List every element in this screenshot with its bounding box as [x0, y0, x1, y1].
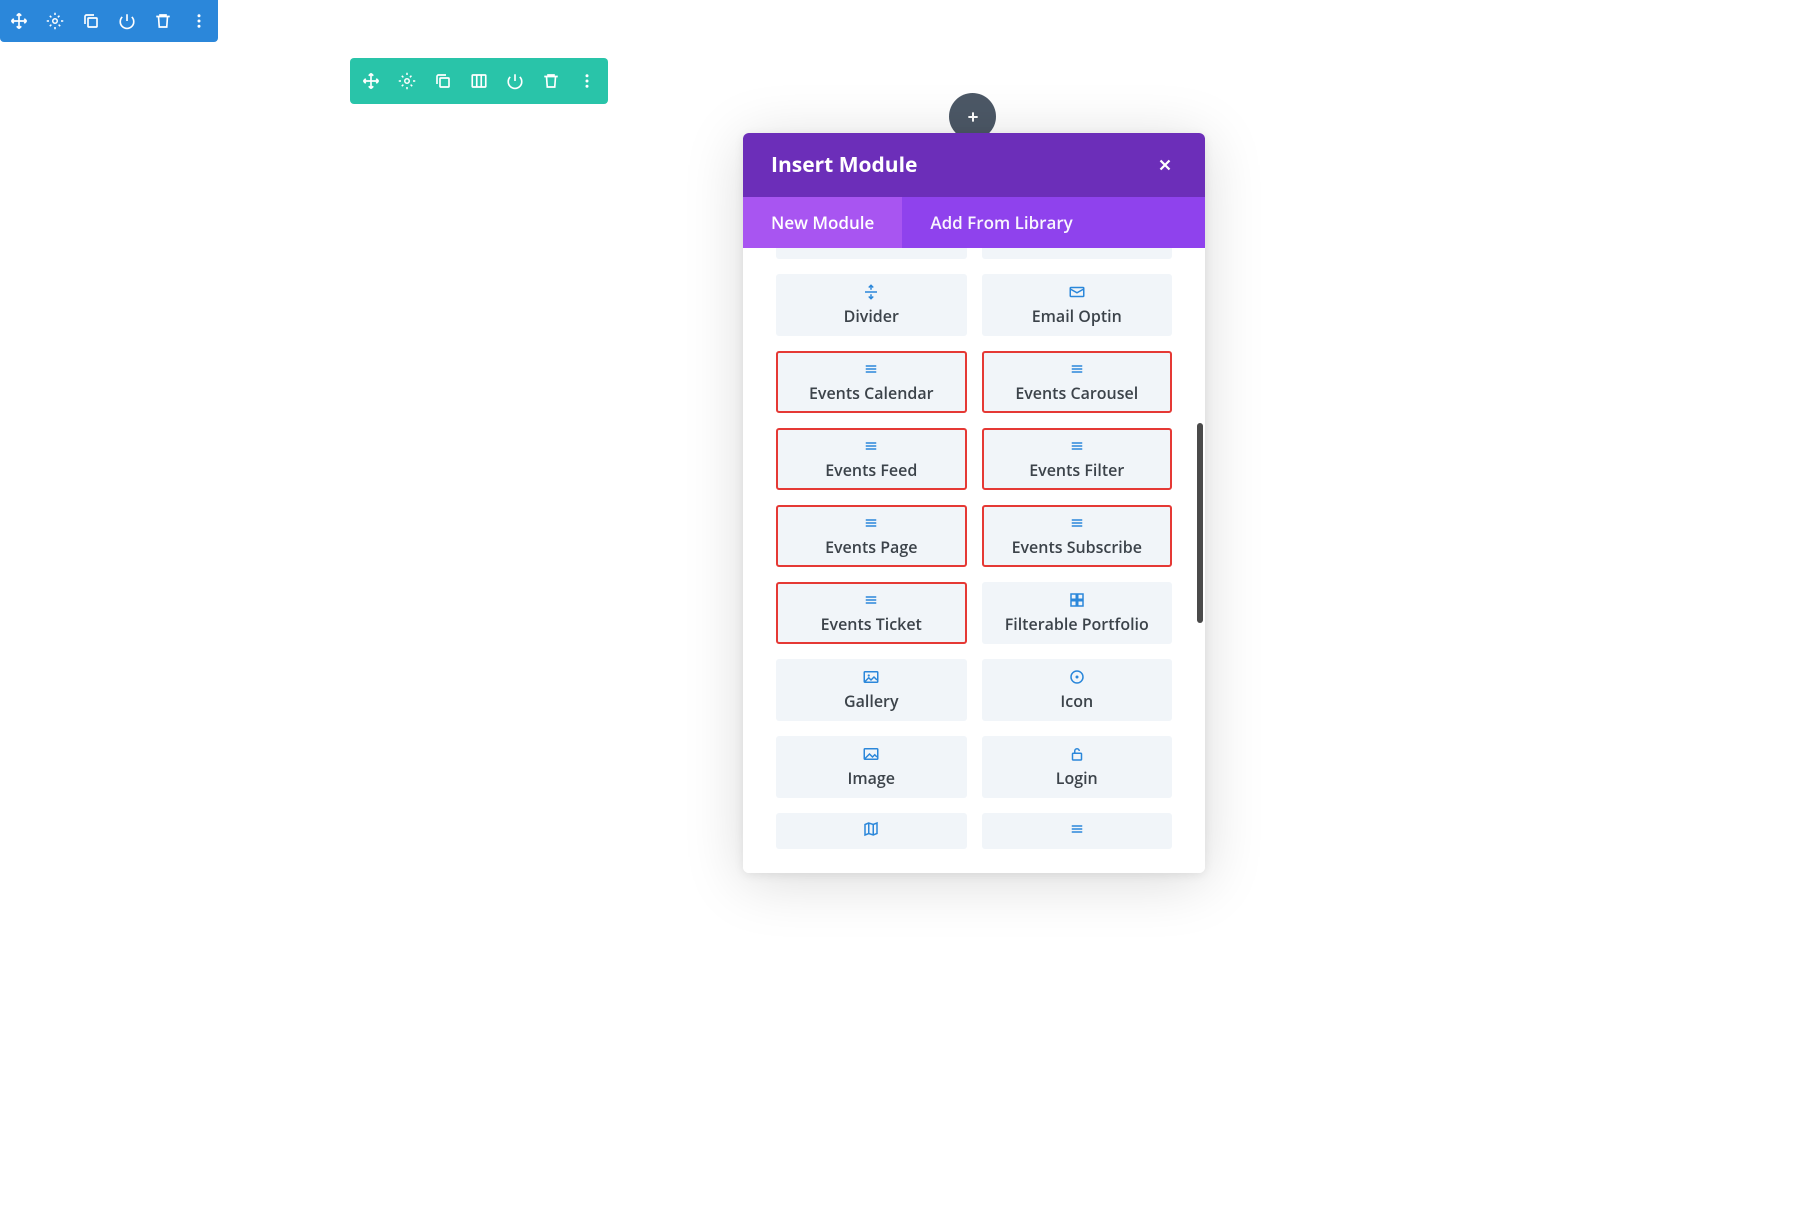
- modal-body: Contact Form Countdown Timer Divider Email …: [743, 248, 1205, 873]
- list-icon: [862, 437, 880, 455]
- module-label: Countdown Timer: [1007, 248, 1146, 253]
- power-icon[interactable]: [116, 10, 138, 32]
- module-item-email-optin[interactable]: Email Optin: [982, 274, 1173, 336]
- module-item-events-calendar[interactable]: Events Calendar: [776, 351, 967, 413]
- duplicate-icon[interactable]: [432, 70, 454, 92]
- module-label: Events Feed: [825, 459, 917, 481]
- modal-header: Insert Module: [743, 133, 1205, 197]
- mail-icon: [1068, 283, 1086, 301]
- module-label: Image: [847, 767, 895, 789]
- module-item-gallery[interactable]: Gallery: [776, 659, 967, 721]
- module-item-divider[interactable]: Divider: [776, 274, 967, 336]
- module-item-login[interactable]: Login: [982, 736, 1173, 798]
- list-icon: [1068, 514, 1086, 532]
- image-icon: [862, 745, 880, 763]
- module-label: Events Subscribe: [1012, 536, 1142, 558]
- module-item-events-page[interactable]: Events Page: [776, 505, 967, 567]
- list-icon: [862, 360, 880, 378]
- module-label: Divider: [844, 305, 899, 327]
- list-icon: [1068, 437, 1086, 455]
- list-icon: [862, 514, 880, 532]
- divider-icon: [862, 283, 880, 301]
- module-label: Events Filter: [1029, 459, 1124, 481]
- map-icon: [862, 820, 880, 838]
- module-item-filterable-portfolio[interactable]: Filterable Portfolio: [982, 582, 1173, 644]
- more-icon[interactable]: [576, 70, 598, 92]
- more-icon[interactable]: [188, 10, 210, 32]
- module-item-events-ticket[interactable]: Events Ticket: [776, 582, 967, 644]
- trash-icon[interactable]: [152, 10, 174, 32]
- trash-icon[interactable]: [540, 70, 562, 92]
- photo-icon: [862, 668, 880, 686]
- module-label: Events Ticket: [821, 613, 922, 635]
- tab-add-from-library[interactable]: Add From Library: [902, 197, 1100, 248]
- gear-icon[interactable]: [44, 10, 66, 32]
- module-label: Filterable Portfolio: [1005, 613, 1149, 635]
- module-item-icon[interactable]: Icon: [982, 659, 1173, 721]
- move-icon[interactable]: [8, 10, 30, 32]
- module-label: Contact Form: [819, 248, 924, 253]
- module-item-countdown-timer[interactable]: Countdown Timer: [982, 248, 1173, 259]
- module-label: Email Optin: [1032, 305, 1122, 327]
- close-icon[interactable]: [1153, 153, 1177, 177]
- power-icon[interactable]: [504, 70, 526, 92]
- module-label: Login: [1056, 767, 1098, 789]
- grid-icon: [1068, 591, 1086, 609]
- duplicate-icon[interactable]: [80, 10, 102, 32]
- module-item-contact-form[interactable]: Contact Form: [776, 248, 967, 259]
- move-icon[interactable]: [360, 70, 382, 92]
- module-grid: Contact Form Countdown Timer Divider Email …: [743, 248, 1205, 869]
- module-item-events-subscribe[interactable]: Events Subscribe: [982, 505, 1173, 567]
- module-item-events-filter[interactable]: Events Filter: [982, 428, 1173, 490]
- module-item-list[interactable]: [982, 813, 1173, 849]
- tab-new-module[interactable]: New Module: [743, 197, 902, 248]
- module-item-map[interactable]: [776, 813, 967, 849]
- section-toolbar: [0, 0, 218, 42]
- module-item-events-carousel[interactable]: Events Carousel: [982, 351, 1173, 413]
- scrollbar-thumb[interactable]: [1197, 423, 1203, 623]
- list-icon: [1068, 360, 1086, 378]
- module-label: Gallery: [844, 690, 899, 712]
- columns-icon[interactable]: [468, 70, 490, 92]
- module-item-image[interactable]: Image: [776, 736, 967, 798]
- modal-tabs: New Module Add From Library: [743, 197, 1205, 248]
- module-label: Events Carousel: [1015, 382, 1138, 404]
- module-label: Events Page: [825, 536, 917, 558]
- lock-icon: [1068, 745, 1086, 763]
- module-item-events-feed[interactable]: Events Feed: [776, 428, 967, 490]
- list-icon: [1068, 820, 1086, 838]
- row-toolbar: [350, 58, 608, 104]
- gear-icon[interactable]: [396, 70, 418, 92]
- module-label: Icon: [1060, 690, 1093, 712]
- modal-title: Insert Module: [771, 151, 917, 179]
- module-label: Events Calendar: [809, 382, 934, 404]
- target-icon: [1068, 668, 1086, 686]
- list-icon: [862, 591, 880, 609]
- insert-module-modal: Insert Module New Module Add From Librar…: [743, 133, 1205, 873]
